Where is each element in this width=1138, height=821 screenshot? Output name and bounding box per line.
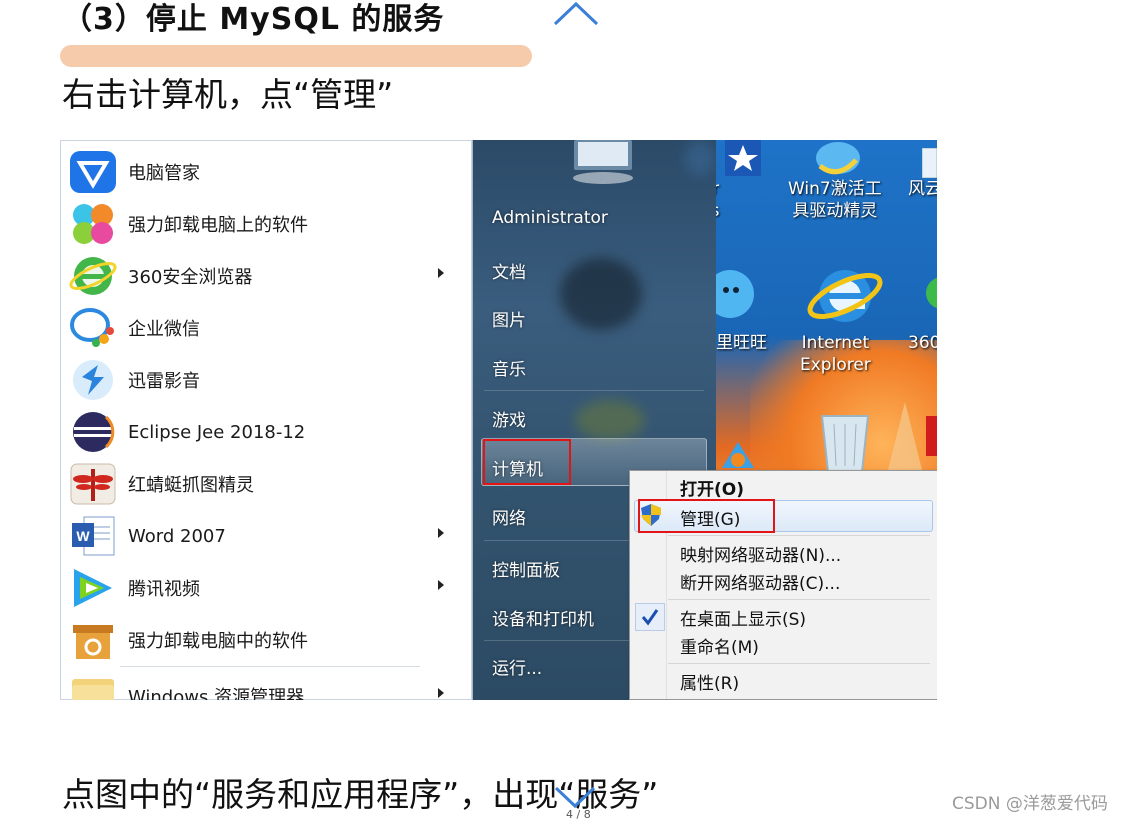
context-item-map-drive[interactable]: 映射网络驱动器(N)... bbox=[680, 541, 841, 566]
start-item-documents[interactable]: 文档 bbox=[492, 258, 526, 283]
dragonfly-capture-icon bbox=[70, 463, 116, 505]
program-label: 腾讯视频 bbox=[128, 579, 200, 600]
eclipse-icon bbox=[73, 412, 115, 452]
menu-divider bbox=[120, 666, 420, 667]
start-item-devices-printers[interactable]: 设备和打印机 bbox=[492, 605, 594, 630]
tencent-video-icon bbox=[74, 569, 112, 607]
chevron-up-icon[interactable] bbox=[553, 0, 599, 28]
program-item[interactable]: 腾讯视频 bbox=[68, 562, 464, 614]
aliwangwang-icon bbox=[716, 270, 754, 318]
submenu-arrow-icon[interactable] bbox=[438, 580, 444, 590]
star-icon bbox=[725, 140, 761, 176]
program-label: Word 2007 bbox=[128, 525, 226, 547]
start-item-games[interactable]: 游戏 bbox=[492, 406, 526, 431]
partial-icon bbox=[922, 148, 937, 178]
section-heading: （3）停止 MySQL 的服务 bbox=[62, 0, 444, 38]
program-label: 电脑管家 bbox=[128, 163, 200, 184]
program-item[interactable]: Windows 资源管理器 bbox=[68, 670, 464, 700]
heading-text: 停止 MySQL 的服务 bbox=[145, 2, 445, 37]
context-item-properties[interactable]: 属性(R) bbox=[680, 669, 739, 694]
program-item[interactable]: 强力卸载电脑上的软件 bbox=[68, 198, 464, 250]
desktop-label: 风云 bbox=[908, 179, 937, 199]
submenu-arrow-icon[interactable] bbox=[438, 688, 444, 698]
heading-prefix: （3） bbox=[62, 2, 146, 37]
360-browser-icon bbox=[69, 257, 117, 295]
program-label: Eclipse Jee 2018-12 bbox=[128, 421, 306, 443]
program-item[interactable]: 红蜻蜓抓图精灵 bbox=[68, 458, 464, 510]
submenu-arrow-icon[interactable] bbox=[438, 528, 444, 538]
program-item[interactable]: W Word 2007 bbox=[68, 510, 464, 562]
menu-divider bbox=[484, 390, 704, 391]
start-user-name[interactable]: Administrator bbox=[492, 208, 608, 228]
explorer-folder-icon bbox=[72, 679, 114, 700]
context-item-show-on-desktop[interactable]: 在桌面上显示(S) bbox=[680, 605, 806, 630]
menu-divider bbox=[668, 535, 930, 536]
partial-360-icon bbox=[926, 277, 937, 309]
xunlei-player-icon bbox=[73, 360, 113, 400]
annotation-box-manage bbox=[638, 499, 775, 533]
program-label: 强力卸载电脑上的软件 bbox=[128, 215, 308, 236]
menu-divider bbox=[668, 663, 930, 664]
program-item[interactable]: 强力卸载电脑中的软件 bbox=[68, 614, 464, 666]
start-item-network[interactable]: 网络 bbox=[492, 504, 526, 529]
start-item-run[interactable]: 运行... bbox=[492, 654, 542, 679]
program-label: 360安全浏览器 bbox=[128, 267, 253, 288]
word-icon: W bbox=[72, 516, 115, 556]
checkmark-icon bbox=[641, 609, 659, 626]
menu-divider bbox=[668, 599, 930, 600]
desktop-label: 具驱动精灵 bbox=[792, 201, 878, 221]
user-picture-computer-icon bbox=[573, 140, 633, 184]
program-label: 强力卸载电脑中的软件 bbox=[128, 631, 308, 652]
program-label: 迅雷影音 bbox=[128, 371, 200, 392]
page-number: 4 / 8 bbox=[566, 808, 591, 821]
context-item-disconnect-drive[interactable]: 断开网络驱动器(C)... bbox=[680, 569, 840, 594]
recycle-bin-icon bbox=[820, 415, 870, 473]
program-item[interactable]: 迅雷影音 bbox=[68, 354, 464, 406]
context-item-rename[interactable]: 重命名(M) bbox=[680, 633, 759, 658]
program-item[interactable]: 企业微信 bbox=[68, 302, 464, 354]
tree-decoration bbox=[888, 402, 922, 470]
internet-explorer-icon bbox=[807, 270, 883, 322]
embedded-screenshot: ther ities Win7激活工 具驱动精灵 风云 里旺旺 Internet… bbox=[60, 140, 937, 700]
program-item[interactable]: 360安全浏览器 bbox=[68, 250, 464, 302]
heading-highlight-stroke bbox=[60, 45, 532, 67]
desktop-label: 360 bbox=[908, 333, 937, 353]
program-item[interactable]: 电脑管家 bbox=[68, 146, 464, 198]
program-label: Windows 资源管理器 bbox=[128, 687, 305, 700]
checkmark-box bbox=[635, 603, 665, 631]
program-label: 企业微信 bbox=[128, 319, 200, 340]
desktop-label: Explorer bbox=[800, 355, 871, 375]
program-label: 红蜻蜓抓图精灵 bbox=[128, 475, 254, 496]
program-item[interactable]: Eclipse Jee 2018-12 bbox=[68, 406, 464, 458]
desktop-label: 里旺旺 bbox=[716, 333, 767, 353]
instruction-paragraph: 右击计算机，点“管理” bbox=[62, 75, 394, 114]
wework-icon bbox=[70, 308, 114, 347]
annotation-box-computer bbox=[483, 439, 571, 485]
desktop-app-icon bbox=[722, 442, 754, 468]
watermark: CSDN @洋葱爱代码 bbox=[952, 794, 1108, 814]
context-item-open[interactable]: 打开(O) bbox=[680, 475, 744, 500]
uninstaller-icon bbox=[73, 204, 113, 244]
submenu-arrow-icon[interactable] bbox=[438, 268, 444, 278]
start-item-music[interactable]: 音乐 bbox=[492, 355, 526, 380]
uninstall-box-icon bbox=[73, 625, 113, 659]
svg-text:W: W bbox=[76, 528, 90, 544]
desktop-label: Win7激活工 bbox=[788, 179, 882, 199]
start-item-pictures[interactable]: 图片 bbox=[492, 306, 526, 331]
tencent-pc-manager-icon bbox=[70, 151, 116, 193]
desktop-label: Internet bbox=[801, 333, 870, 353]
start-item-control-panel[interactable]: 控制面板 bbox=[492, 556, 560, 581]
driver-genius-icon bbox=[816, 142, 860, 175]
